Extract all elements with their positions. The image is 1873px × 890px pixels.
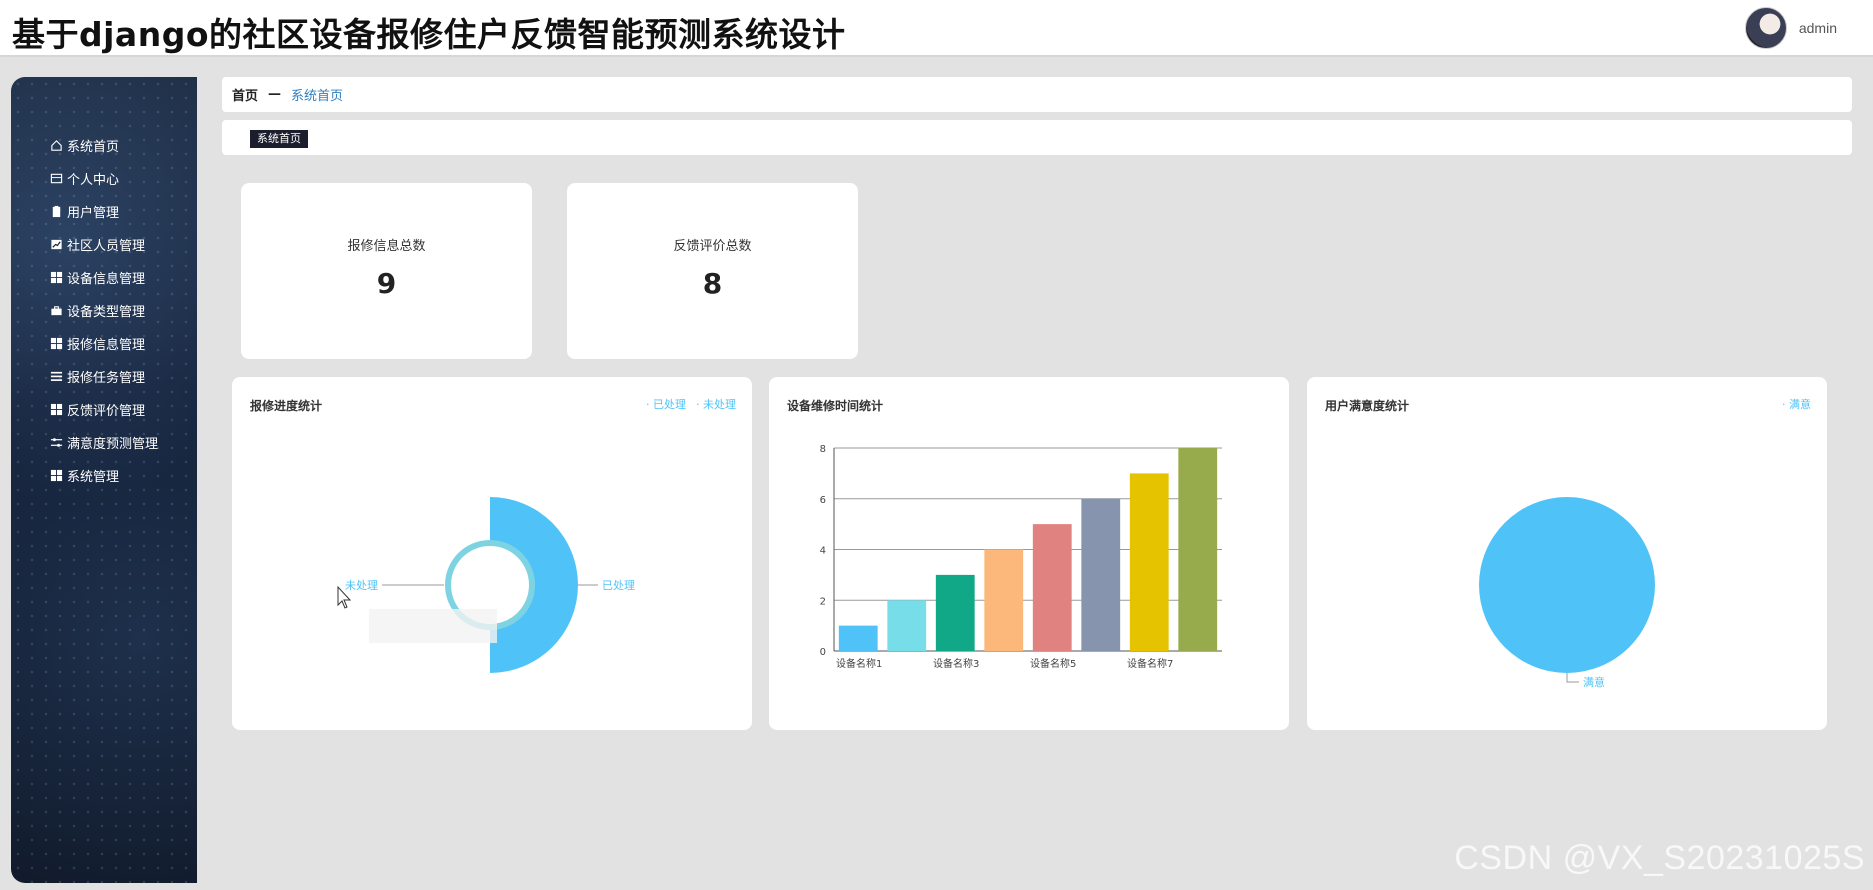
sidebar-item-label: 反馈评价管理 bbox=[67, 404, 146, 419]
top-header: 基于django的社区设备报修住户反馈智能预测系统设计 admin bbox=[0, 0, 1873, 57]
sidebar-item-6[interactable]: 设备类型管理 bbox=[49, 294, 158, 327]
y-tick-label: 0 bbox=[820, 647, 826, 658]
breadcrumb-current[interactable]: 系统首页 bbox=[291, 85, 343, 104]
stat-value: 8 bbox=[702, 267, 723, 300]
grid-icon bbox=[49, 469, 63, 483]
slice-label-unprocessed: 未处理 bbox=[345, 579, 378, 592]
sidebar-item-label: 设备信息管理 bbox=[67, 272, 146, 287]
chart-box-icon bbox=[49, 238, 63, 252]
bar-7[interactable] bbox=[1129, 473, 1169, 651]
bar-4[interactable] bbox=[984, 549, 1024, 652]
bar-chart: 0 2 4 6 8 设备名称1 设备名称3 设备名称5 设备名称7 bbox=[820, 444, 1222, 670]
bar-6[interactable] bbox=[1081, 498, 1121, 651]
y-tick-label: 4 bbox=[820, 546, 826, 557]
list-icon bbox=[49, 370, 63, 384]
home-icon bbox=[49, 139, 63, 153]
sidebar-item-3[interactable]: 用户管理 bbox=[49, 195, 158, 228]
sidebar-item-label: 系统首页 bbox=[67, 140, 120, 155]
sidebar-item-label: 社区人员管理 bbox=[67, 239, 146, 254]
sidebar: 系统首页个人中心用户管理社区人员管理 设备信息管理 设备类型管理 报修信息管理 报修任务… bbox=[11, 77, 197, 883]
stat-label: 报修信息总数 bbox=[347, 239, 426, 254]
slice-label-satisfied: 满意 bbox=[1583, 675, 1605, 689]
sidebar-item-5[interactable]: 设备信息管理 bbox=[49, 261, 158, 294]
chart-card-satisfaction: 用户满意度统计 · 满意 满意 bbox=[1307, 377, 1827, 730]
bar-5[interactable] bbox=[1032, 524, 1072, 651]
briefcase-icon bbox=[49, 304, 63, 318]
grid-icon bbox=[49, 403, 63, 417]
app-title: 基于django的社区设备报修住户反馈智能预测系统设计 bbox=[12, 15, 846, 54]
sidebar-item-1[interactable]: 系统首页 bbox=[49, 129, 158, 162]
x-tick-label: 设备名称3 bbox=[933, 657, 979, 670]
breadcrumb: 首页 — 系统首页 bbox=[222, 77, 1852, 112]
sidebar-item-label: 系统管理 bbox=[67, 470, 120, 485]
y-tick-label: 2 bbox=[820, 596, 826, 607]
username[interactable]: admin bbox=[1799, 20, 1837, 36]
bar-3[interactable] bbox=[935, 574, 975, 651]
chart-card-repair-progress: 报修进度统计 · 已处理 · 未处理 已处理 未处理 bbox=[232, 377, 752, 730]
stat-value: 9 bbox=[376, 267, 397, 300]
sidebar-item-label: 满意度预测管理 bbox=[67, 437, 159, 452]
bar-2[interactable] bbox=[887, 600, 927, 651]
id-card-icon bbox=[49, 172, 63, 186]
pie-slice-satisfied[interactable] bbox=[1479, 497, 1655, 673]
x-tick-label: 设备名称5 bbox=[1030, 657, 1076, 670]
donut-chart: 已处理 未处理 bbox=[337, 497, 635, 673]
sidebar-item-4[interactable]: 社区人员管理 bbox=[49, 228, 158, 261]
sidebar-item-8[interactable]: 报修任务管理 bbox=[49, 360, 158, 393]
watermark: CSDN @VX_S20231025S bbox=[1454, 839, 1865, 877]
chart-card-maintenance-time: 设备维修时间统计 0 2 4 6 8 设备名称1 设备名称3 设备名称5 设备名称7 bbox=[769, 377, 1289, 730]
sidebar-item-label: 用户管理 bbox=[67, 206, 120, 221]
breadcrumb-separator: — bbox=[268, 87, 282, 102]
sidebar-item-10[interactable]: 满意度预测管理 bbox=[49, 426, 158, 459]
sidebar-item-9[interactable]: 反馈评价管理 bbox=[49, 393, 158, 426]
stat-card-repair-total: 报修信息总数 9 bbox=[241, 183, 532, 359]
stat-card-feedback-total: 反馈评价总数 8 bbox=[567, 183, 858, 359]
x-tick-label: 设备名称1 bbox=[836, 657, 882, 670]
sidebar-item-label: 个人中心 bbox=[67, 173, 120, 188]
sidebar-item-11[interactable]: 系统管理 bbox=[49, 459, 158, 492]
tooltip-shadow bbox=[369, 609, 497, 643]
grid-icon bbox=[49, 271, 63, 285]
sidebar-menu: 系统首页个人中心用户管理社区人员管理 设备信息管理 设备类型管理 报修信息管理 报修任务… bbox=[49, 129, 158, 492]
tab-bar: 系统首页 bbox=[222, 120, 1852, 155]
sidebar-item-7[interactable]: 报修信息管理 bbox=[49, 327, 158, 360]
y-tick-label: 6 bbox=[820, 495, 826, 506]
clipboard-icon bbox=[49, 205, 63, 219]
y-tick-label: 8 bbox=[820, 444, 826, 455]
sidebar-item-2[interactable]: 个人中心 bbox=[49, 162, 158, 195]
avatar[interactable] bbox=[1744, 7, 1787, 49]
label-leader-line bbox=[1566, 673, 1579, 683]
grid-icon bbox=[49, 337, 63, 351]
user-menu[interactable]: admin bbox=[1744, 6, 1837, 50]
sidebar-item-label: 报修任务管理 bbox=[67, 371, 146, 386]
sidebar-item-label: 报修信息管理 bbox=[67, 338, 146, 353]
breadcrumb-home[interactable]: 首页 bbox=[232, 85, 258, 104]
pie-chart: 满意 bbox=[1479, 497, 1655, 689]
bar-1[interactable] bbox=[838, 625, 878, 651]
tab-home[interactable]: 系统首页 bbox=[250, 130, 308, 148]
x-tick-label: 设备名称7 bbox=[1127, 657, 1173, 670]
slice-label-processed: 已处理 bbox=[602, 579, 635, 592]
sliders-icon bbox=[49, 436, 63, 450]
bar-8[interactable] bbox=[1178, 448, 1218, 651]
sidebar-item-label: 设备类型管理 bbox=[67, 305, 146, 320]
stat-label: 反馈评价总数 bbox=[673, 239, 752, 254]
